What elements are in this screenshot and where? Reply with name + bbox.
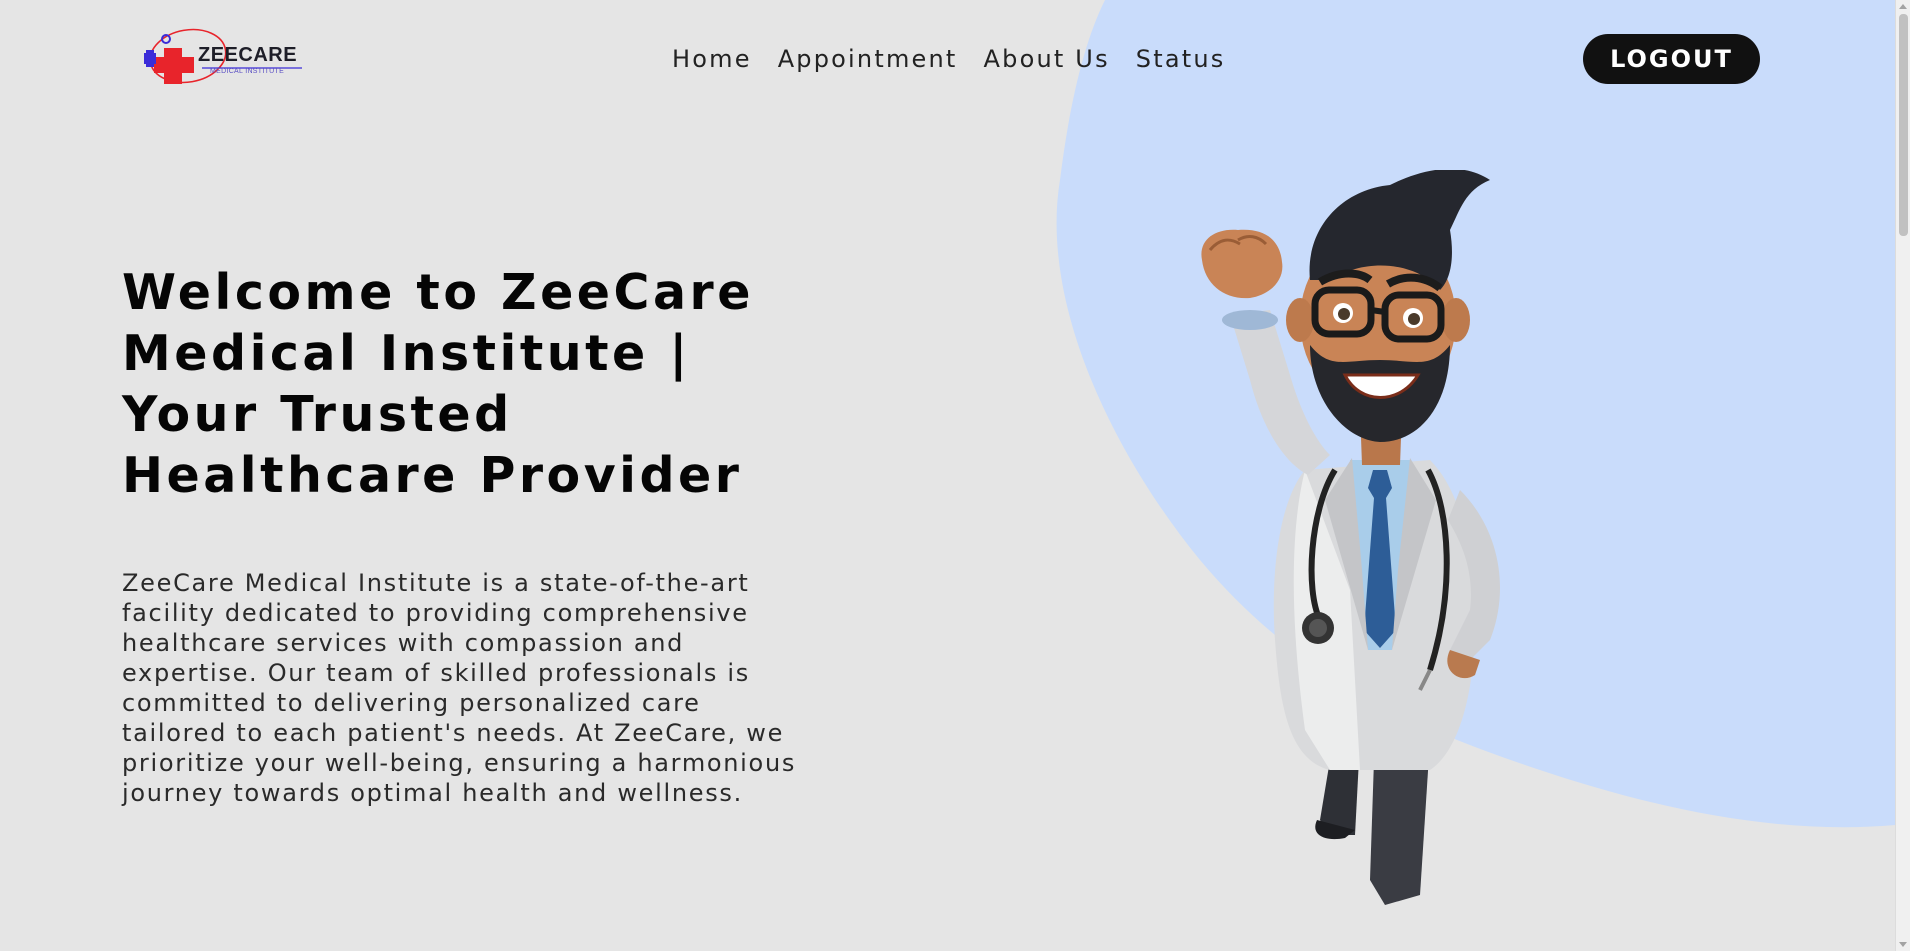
hero-title: Welcome to ZeeCare Medical Institute | Y… xyxy=(122,264,754,504)
scroll-down-arrow-icon[interactable] xyxy=(1899,942,1907,947)
nav-appointment-link[interactable]: Appointment xyxy=(778,42,958,76)
hero-description: ZeeCare Medical Institute is a state-of-… xyxy=(122,569,797,807)
scrollbar-thumb[interactable] xyxy=(1899,14,1908,236)
page: ZEECARE MEDICAL INSTITUTE Home Appointme… xyxy=(0,0,1910,951)
superhero-doctor-illustration xyxy=(1130,170,1630,920)
nav-home-link[interactable]: Home xyxy=(672,42,752,76)
main-nav: Home Appointment About Us Status xyxy=(672,42,1225,76)
logo-subtitle: MEDICAL INSTITUTE xyxy=(210,68,285,75)
nav-about-us-link[interactable]: About Us xyxy=(984,42,1110,76)
logo[interactable]: ZEECARE MEDICAL INSTITUTE xyxy=(140,24,305,94)
logout-button[interactable]: LOGOUT xyxy=(1583,34,1760,84)
logo-name: ZEECARE xyxy=(198,44,298,66)
scroll-up-arrow-icon[interactable] xyxy=(1899,4,1907,9)
vertical-scrollbar[interactable] xyxy=(1895,0,1910,951)
nav-status-link[interactable]: Status xyxy=(1136,42,1226,76)
